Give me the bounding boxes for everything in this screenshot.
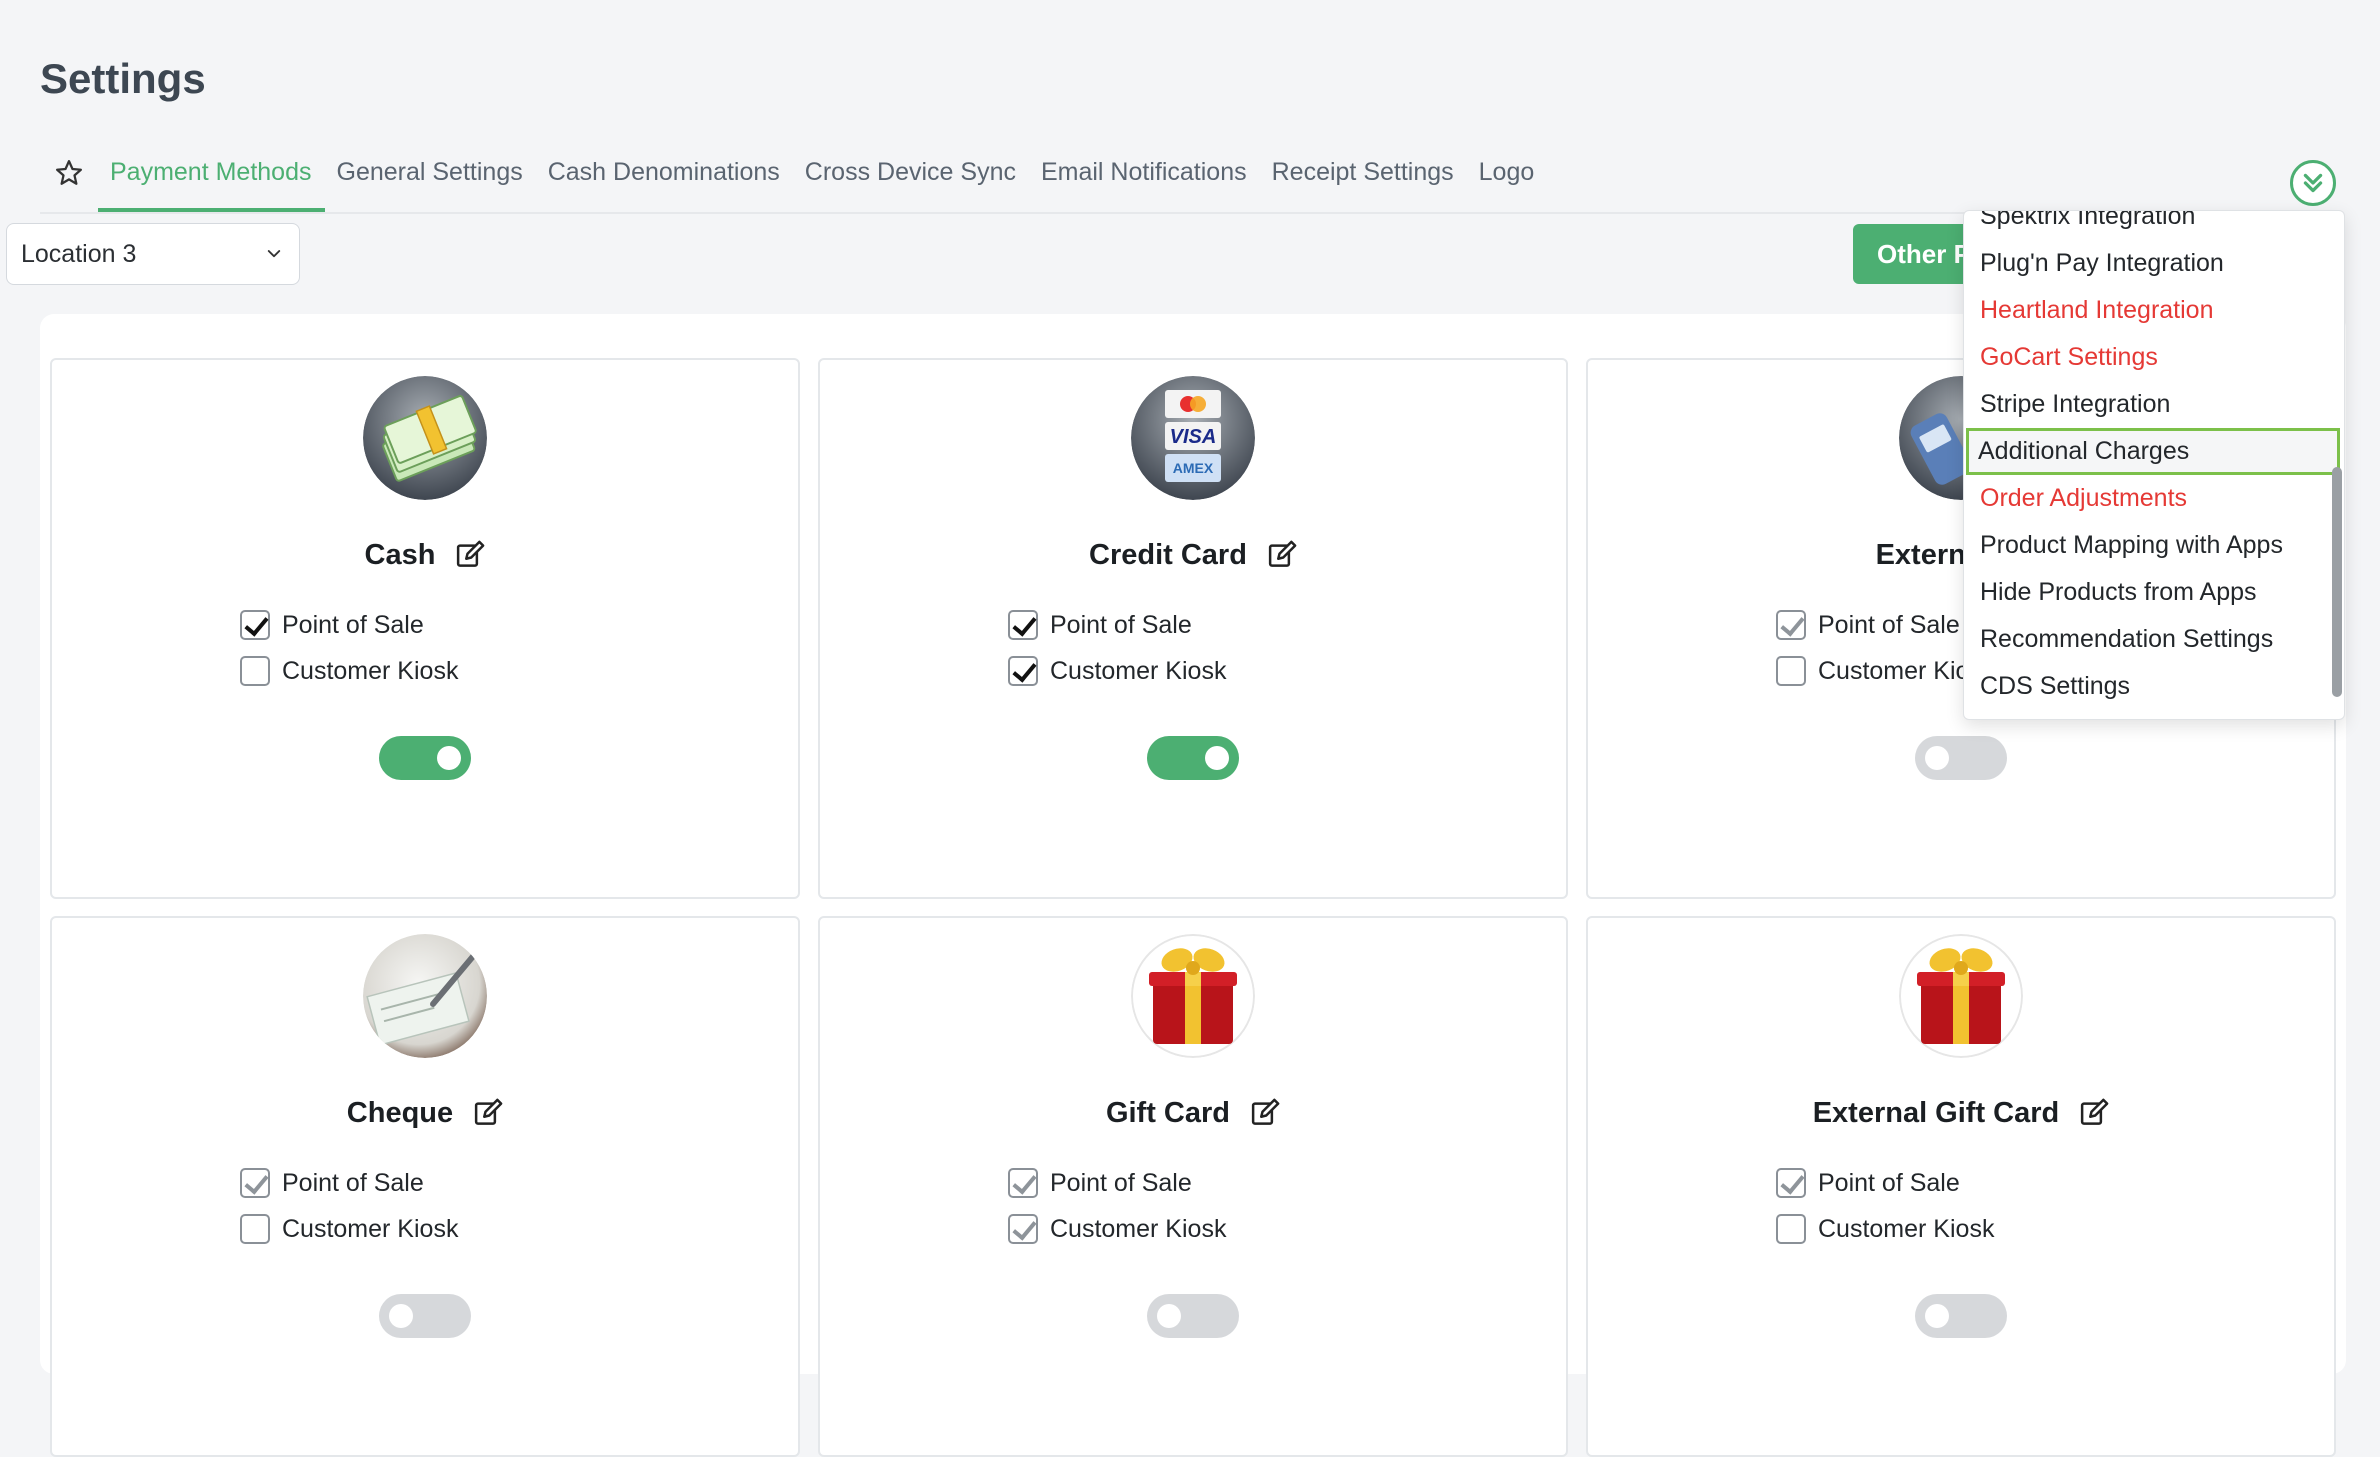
enable-toggle[interactable] — [379, 736, 471, 780]
dropdown-item-product-mapping[interactable]: Product Mapping with Apps — [1966, 522, 2340, 569]
kiosk-option[interactable]: Customer Kiosk — [1008, 1214, 1226, 1244]
enable-toggle[interactable] — [1147, 736, 1239, 780]
location-select-value: Location 3 — [21, 239, 137, 268]
kiosk-checkbox[interactable] — [240, 656, 270, 686]
pos-checkbox[interactable] — [1776, 610, 1806, 640]
payment-card-credit-card: VISA AMEX Credit Card Point of Sale Cust… — [818, 358, 1568, 899]
kiosk-checkbox[interactable] — [1008, 656, 1038, 686]
pos-checkbox[interactable] — [240, 1168, 270, 1198]
chevron-down-icon — [267, 250, 281, 258]
edit-icon[interactable] — [2079, 1098, 2109, 1128]
tab-logo[interactable]: Logo — [1467, 140, 1548, 212]
pos-option[interactable]: Point of Sale — [1776, 610, 1960, 640]
payment-card-external-gift-card: External Gift Card Point of Sale Custome… — [1586, 916, 2336, 1457]
payment-card-cash: Cash Point of Sale Customer Kiosk — [50, 358, 800, 899]
payment-card-cheque: Cheque Point of Sale Customer Kiosk — [50, 916, 800, 1457]
payment-card-title: Gift Card — [820, 1096, 1566, 1130]
collapse-tabs-button[interactable] — [2290, 160, 2336, 206]
edit-icon[interactable] — [1267, 540, 1297, 570]
pos-option[interactable]: Point of Sale — [1008, 1168, 1192, 1198]
dropdown-item-stripe-integration[interactable]: Stripe Integration — [1966, 381, 2340, 428]
star-icon[interactable] — [54, 158, 84, 188]
svg-text:VISA: VISA — [1170, 426, 1217, 448]
svg-text:AMEX: AMEX — [1173, 460, 1214, 476]
enable-toggle[interactable] — [379, 1294, 471, 1338]
kiosk-checkbox[interactable] — [1008, 1214, 1038, 1244]
kiosk-option[interactable]: Customer Kiosk — [240, 1214, 458, 1244]
payment-card-title: External Gift Card — [1588, 1096, 2334, 1130]
kiosk-checkbox[interactable] — [240, 1214, 270, 1244]
cash-icon — [363, 376, 487, 500]
payment-card-title: Cheque — [52, 1096, 798, 1130]
dropdown-item-order-adjustments[interactable]: Order Adjustments — [1966, 475, 2340, 522]
double-chevron-down-icon — [2303, 173, 2323, 193]
dropdown-scrollbar[interactable] — [2332, 467, 2342, 697]
tab-receipt-settings[interactable]: Receipt Settings — [1260, 140, 1467, 212]
kiosk-option[interactable]: Customer Kios — [1776, 656, 1982, 686]
pos-option[interactable]: Point of Sale — [240, 1168, 424, 1198]
pos-checkbox[interactable] — [240, 610, 270, 640]
gift-icon — [1131, 934, 1255, 1058]
tab-general-settings[interactable]: General Settings — [325, 140, 536, 212]
tab-cross-device-sync[interactable]: Cross Device Sync — [793, 140, 1029, 212]
pos-checkbox[interactable] — [1776, 1168, 1806, 1198]
dropdown-item-gocart-settings[interactable]: GoCart Settings — [1966, 334, 2340, 381]
cheque-icon — [363, 934, 487, 1058]
tab-email-notifications[interactable]: Email Notifications — [1029, 140, 1260, 212]
pos-option[interactable]: Point of Sale — [1008, 610, 1192, 640]
enable-toggle[interactable] — [1915, 736, 2007, 780]
kiosk-option[interactable]: Customer Kiosk — [1008, 656, 1226, 686]
other-payments-dropdown: Spektrix Integration Plug'n Pay Integrat… — [1963, 210, 2345, 720]
credit-card-icon: VISA AMEX — [1131, 376, 1255, 500]
settings-tabs: Payment Methods General Settings Cash De… — [40, 140, 2340, 214]
tab-cash-denominations[interactable]: Cash Denominations — [536, 140, 793, 212]
dropdown-item-hide-products[interactable]: Hide Products from Apps — [1966, 569, 2340, 616]
kiosk-checkbox[interactable] — [1776, 656, 1806, 686]
edit-icon[interactable] — [473, 1098, 503, 1128]
dropdown-item-recommendation-settings[interactable]: Recommendation Settings — [1966, 616, 2340, 663]
kiosk-checkbox[interactable] — [1776, 1214, 1806, 1244]
dropdown-item-heartland-integration[interactable]: Heartland Integration — [1966, 287, 2340, 334]
enable-toggle[interactable] — [1915, 1294, 2007, 1338]
kiosk-option[interactable]: Customer Kiosk — [240, 656, 458, 686]
dropdown-item-cds-settings[interactable]: CDS Settings — [1966, 663, 2340, 710]
enable-toggle[interactable] — [1147, 1294, 1239, 1338]
edit-icon[interactable] — [455, 540, 485, 570]
payment-card-title: Credit Card — [820, 538, 1566, 572]
dropdown-item-spektrix-integration[interactable]: Spektrix Integration — [1966, 211, 2340, 240]
location-select[interactable]: Location 3 — [6, 223, 300, 285]
kiosk-option[interactable]: Customer Kiosk — [1776, 1214, 1994, 1244]
dropdown-item-additional-charges[interactable]: Additional Charges — [1966, 428, 2340, 475]
pos-checkbox[interactable] — [1008, 1168, 1038, 1198]
pos-option[interactable]: Point of Sale — [240, 610, 424, 640]
tab-payment-methods[interactable]: Payment Methods — [98, 140, 325, 212]
payment-card-gift-card: Gift Card Point of Sale Customer Kiosk — [818, 916, 1568, 1457]
dropdown-item-device-groups[interactable]: Device Groups — [1966, 710, 2340, 719]
pos-option[interactable]: Point of Sale — [1776, 1168, 1960, 1198]
gift-icon — [1899, 934, 2023, 1058]
pos-checkbox[interactable] — [1008, 610, 1038, 640]
page-title: Settings — [40, 55, 206, 102]
dropdown-item-plugnpay-integration[interactable]: Plug'n Pay Integration — [1966, 240, 2340, 287]
edit-icon[interactable] — [1250, 1098, 1280, 1128]
payment-card-title: Cash — [52, 538, 798, 572]
